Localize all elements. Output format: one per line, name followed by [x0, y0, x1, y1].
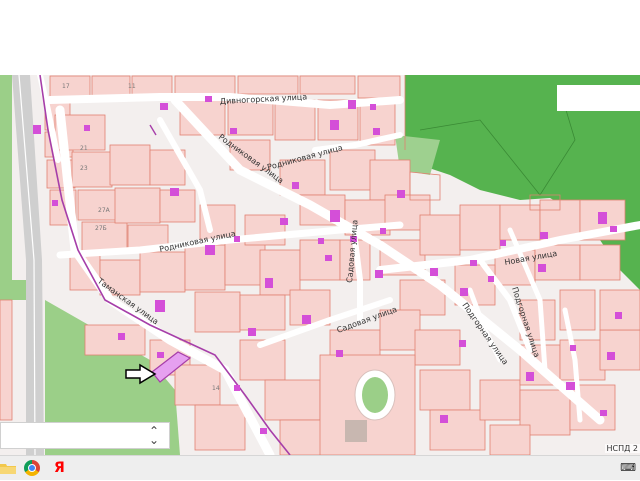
land-parcel[interactable]: [240, 295, 285, 330]
building[interactable]: [397, 190, 405, 198]
building[interactable]: [265, 278, 273, 288]
building[interactable]: [170, 188, 179, 196]
land-parcel[interactable]: [358, 76, 400, 98]
building[interactable]: [336, 350, 343, 357]
building[interactable]: [538, 264, 546, 272]
land-parcel[interactable]: [300, 240, 340, 280]
building[interactable]: [33, 125, 41, 134]
building[interactable]: [373, 128, 380, 135]
chevron-updown-icon[interactable]: ⌃⌄: [149, 427, 159, 445]
land-parcel[interactable]: [600, 290, 640, 330]
land-parcel[interactable]: [580, 245, 620, 280]
building[interactable]: [526, 372, 534, 381]
building[interactable]: [598, 212, 607, 224]
building[interactable]: [500, 240, 506, 246]
land-parcel[interactable]: [300, 76, 355, 94]
building[interactable]: [459, 340, 466, 347]
building[interactable]: [205, 245, 215, 255]
building[interactable]: [302, 315, 311, 324]
building[interactable]: [160, 103, 168, 110]
building[interactable]: [348, 100, 356, 109]
parcel-number: 14: [212, 385, 220, 392]
building[interactable]: [370, 104, 376, 110]
attribution-label: НСПД 2: [605, 444, 640, 453]
building[interactable]: [52, 200, 58, 206]
map-search-select[interactable]: ⌃⌄: [0, 422, 170, 449]
building[interactable]: [330, 210, 340, 222]
land-parcel[interactable]: [490, 425, 530, 455]
building[interactable]: [460, 288, 468, 296]
building[interactable]: [380, 228, 386, 234]
land-parcel[interactable]: [238, 76, 298, 94]
parcel-number: 27А: [98, 207, 111, 214]
land-parcel[interactable]: [50, 76, 90, 98]
building[interactable]: [570, 345, 576, 351]
building[interactable]: [157, 352, 164, 358]
page-header-blank: [0, 0, 640, 75]
building[interactable]: [230, 128, 237, 134]
land-parcel[interactable]: [140, 252, 185, 292]
cadastral-map[interactable]: Дивногорская улица Родниковая улица Родн…: [0, 75, 640, 455]
land-parcel[interactable]: [480, 380, 520, 420]
land-parcel[interactable]: [260, 250, 300, 295]
parcel-number: 21: [80, 145, 88, 152]
parcel-number: 11: [128, 83, 136, 90]
parcel-number: 17: [62, 83, 70, 90]
building[interactable]: [205, 96, 212, 102]
land-parcel[interactable]: [600, 330, 640, 370]
land-parcel[interactable]: [85, 325, 145, 355]
land-parcel[interactable]: [415, 330, 460, 365]
land-parcel[interactable]: [115, 188, 160, 223]
building[interactable]: [248, 328, 256, 336]
building[interactable]: [280, 218, 288, 225]
land-parcel[interactable]: [225, 240, 265, 285]
parcel-number: 27Б: [95, 225, 107, 232]
stadium-field: [362, 377, 388, 413]
map-canvas[interactable]: Дивногорская улица Родниковая улица Родн…: [0, 75, 640, 455]
land-parcel[interactable]: [78, 190, 118, 220]
building[interactable]: [540, 232, 548, 239]
land-parcel[interactable]: [0, 300, 12, 420]
land-parcel[interactable]: [430, 410, 485, 450]
folder-icon[interactable]: [0, 460, 16, 476]
yandex-icon[interactable]: Я: [54, 460, 70, 476]
building[interactable]: [440, 415, 448, 423]
building[interactable]: [155, 300, 165, 312]
building[interactable]: [610, 226, 617, 232]
building[interactable]: [292, 182, 299, 189]
building[interactable]: [330, 120, 339, 130]
building[interactable]: [488, 276, 494, 282]
building[interactable]: [260, 428, 267, 434]
chrome-icon[interactable]: [24, 460, 40, 476]
building[interactable]: [375, 270, 383, 278]
land-parcel[interactable]: [460, 205, 500, 250]
keyboard-icon[interactable]: ⌨: [620, 461, 636, 474]
land-parcel[interactable]: [420, 215, 460, 255]
building[interactable]: [600, 410, 607, 416]
building[interactable]: [318, 238, 324, 244]
hospital-building: [345, 420, 367, 442]
building[interactable]: [566, 382, 575, 390]
building[interactable]: [615, 312, 622, 319]
taskbar: Я ⌨: [0, 455, 640, 480]
building[interactable]: [325, 255, 332, 261]
land-parcel[interactable]: [420, 370, 470, 410]
building[interactable]: [118, 333, 125, 340]
land-parcel[interactable]: [195, 405, 245, 450]
land-parcel[interactable]: [110, 145, 150, 185]
land-parcel[interactable]: [560, 340, 605, 380]
building[interactable]: [234, 385, 240, 391]
building[interactable]: [84, 125, 90, 131]
land-parcel[interactable]: [535, 245, 580, 280]
land-parcel[interactable]: [265, 380, 320, 420]
parcel-number: 23: [80, 165, 88, 172]
land-parcel[interactable]: [330, 150, 375, 190]
building[interactable]: [430, 268, 438, 276]
building[interactable]: [470, 260, 477, 266]
map-overlay-panel: [557, 85, 640, 111]
land-parcel[interactable]: [72, 152, 112, 187]
land-parcel[interactable]: [195, 292, 240, 332]
building[interactable]: [607, 352, 615, 360]
